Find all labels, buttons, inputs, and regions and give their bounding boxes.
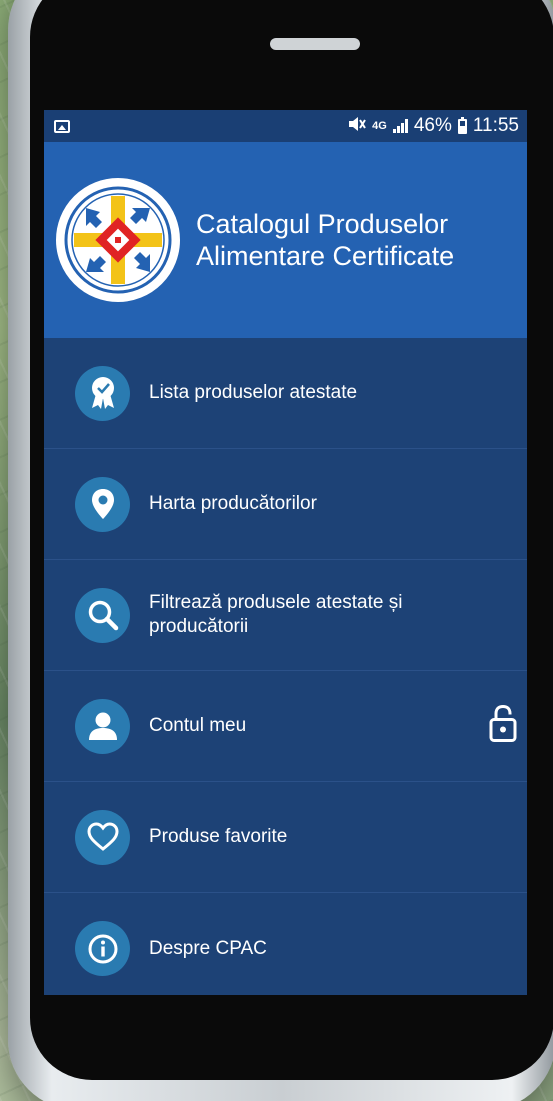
menu-item-certified-products[interactable]: Lista produselor atestate bbox=[44, 338, 527, 449]
battery-icon bbox=[457, 116, 467, 134]
signal-strength-icon bbox=[392, 119, 408, 133]
cpac-logo bbox=[52, 174, 184, 306]
main-menu: Lista produselor atestate Harta producăt… bbox=[44, 338, 527, 995]
menu-label: Filtrează produsele atestate și producăt… bbox=[149, 592, 403, 637]
menu-item-my-account[interactable]: Contul meu bbox=[44, 671, 527, 782]
clock: 11:55 bbox=[472, 115, 519, 136]
info-icon bbox=[75, 921, 130, 976]
heart-icon bbox=[75, 809, 130, 865]
unlock-icon[interactable] bbox=[489, 704, 517, 748]
menu-item-favorites[interactable]: Produse favorite bbox=[44, 782, 527, 893]
image-notification-icon bbox=[54, 119, 70, 133]
network-type: 4G bbox=[372, 120, 387, 132]
battery-fill bbox=[459, 126, 465, 132]
mute-icon bbox=[348, 116, 366, 137]
app-title-line1: Catalogul Produselor bbox=[196, 209, 449, 239]
status-bar: 4G 46% 11:55 bbox=[44, 110, 527, 142]
menu-label: Despre CPAC bbox=[149, 937, 267, 959]
menu-label: Lista produselor atestate bbox=[149, 382, 358, 403]
app-title: Catalogul Produselor Alimentare Certific… bbox=[196, 208, 454, 272]
battery-percent: 46% bbox=[413, 115, 452, 136]
search-icon bbox=[75, 587, 130, 643]
map-pin-icon bbox=[75, 476, 130, 532]
menu-label: Harta producătorilor bbox=[149, 493, 317, 514]
menu-label: Produse favorite bbox=[149, 826, 288, 847]
menu-item-filter[interactable]: Filtrează produsele atestate și producăt… bbox=[44, 560, 527, 671]
app-header: Catalogul Produselor Alimentare Certific… bbox=[44, 142, 527, 338]
menu-item-producers-map[interactable]: Harta producătorilor bbox=[44, 449, 527, 560]
user-icon bbox=[75, 698, 130, 754]
app-screen: 4G 46% 11:55 Catalogul Produselor Alimen… bbox=[44, 110, 527, 995]
menu-item-about[interactable]: Despre CPAC bbox=[44, 893, 527, 995]
award-ribbon-icon bbox=[75, 365, 130, 421]
menu-label: Contul meu bbox=[149, 715, 247, 736]
speaker-grille bbox=[270, 38, 360, 50]
app-title-line2: Alimentare Certificate bbox=[196, 241, 455, 271]
